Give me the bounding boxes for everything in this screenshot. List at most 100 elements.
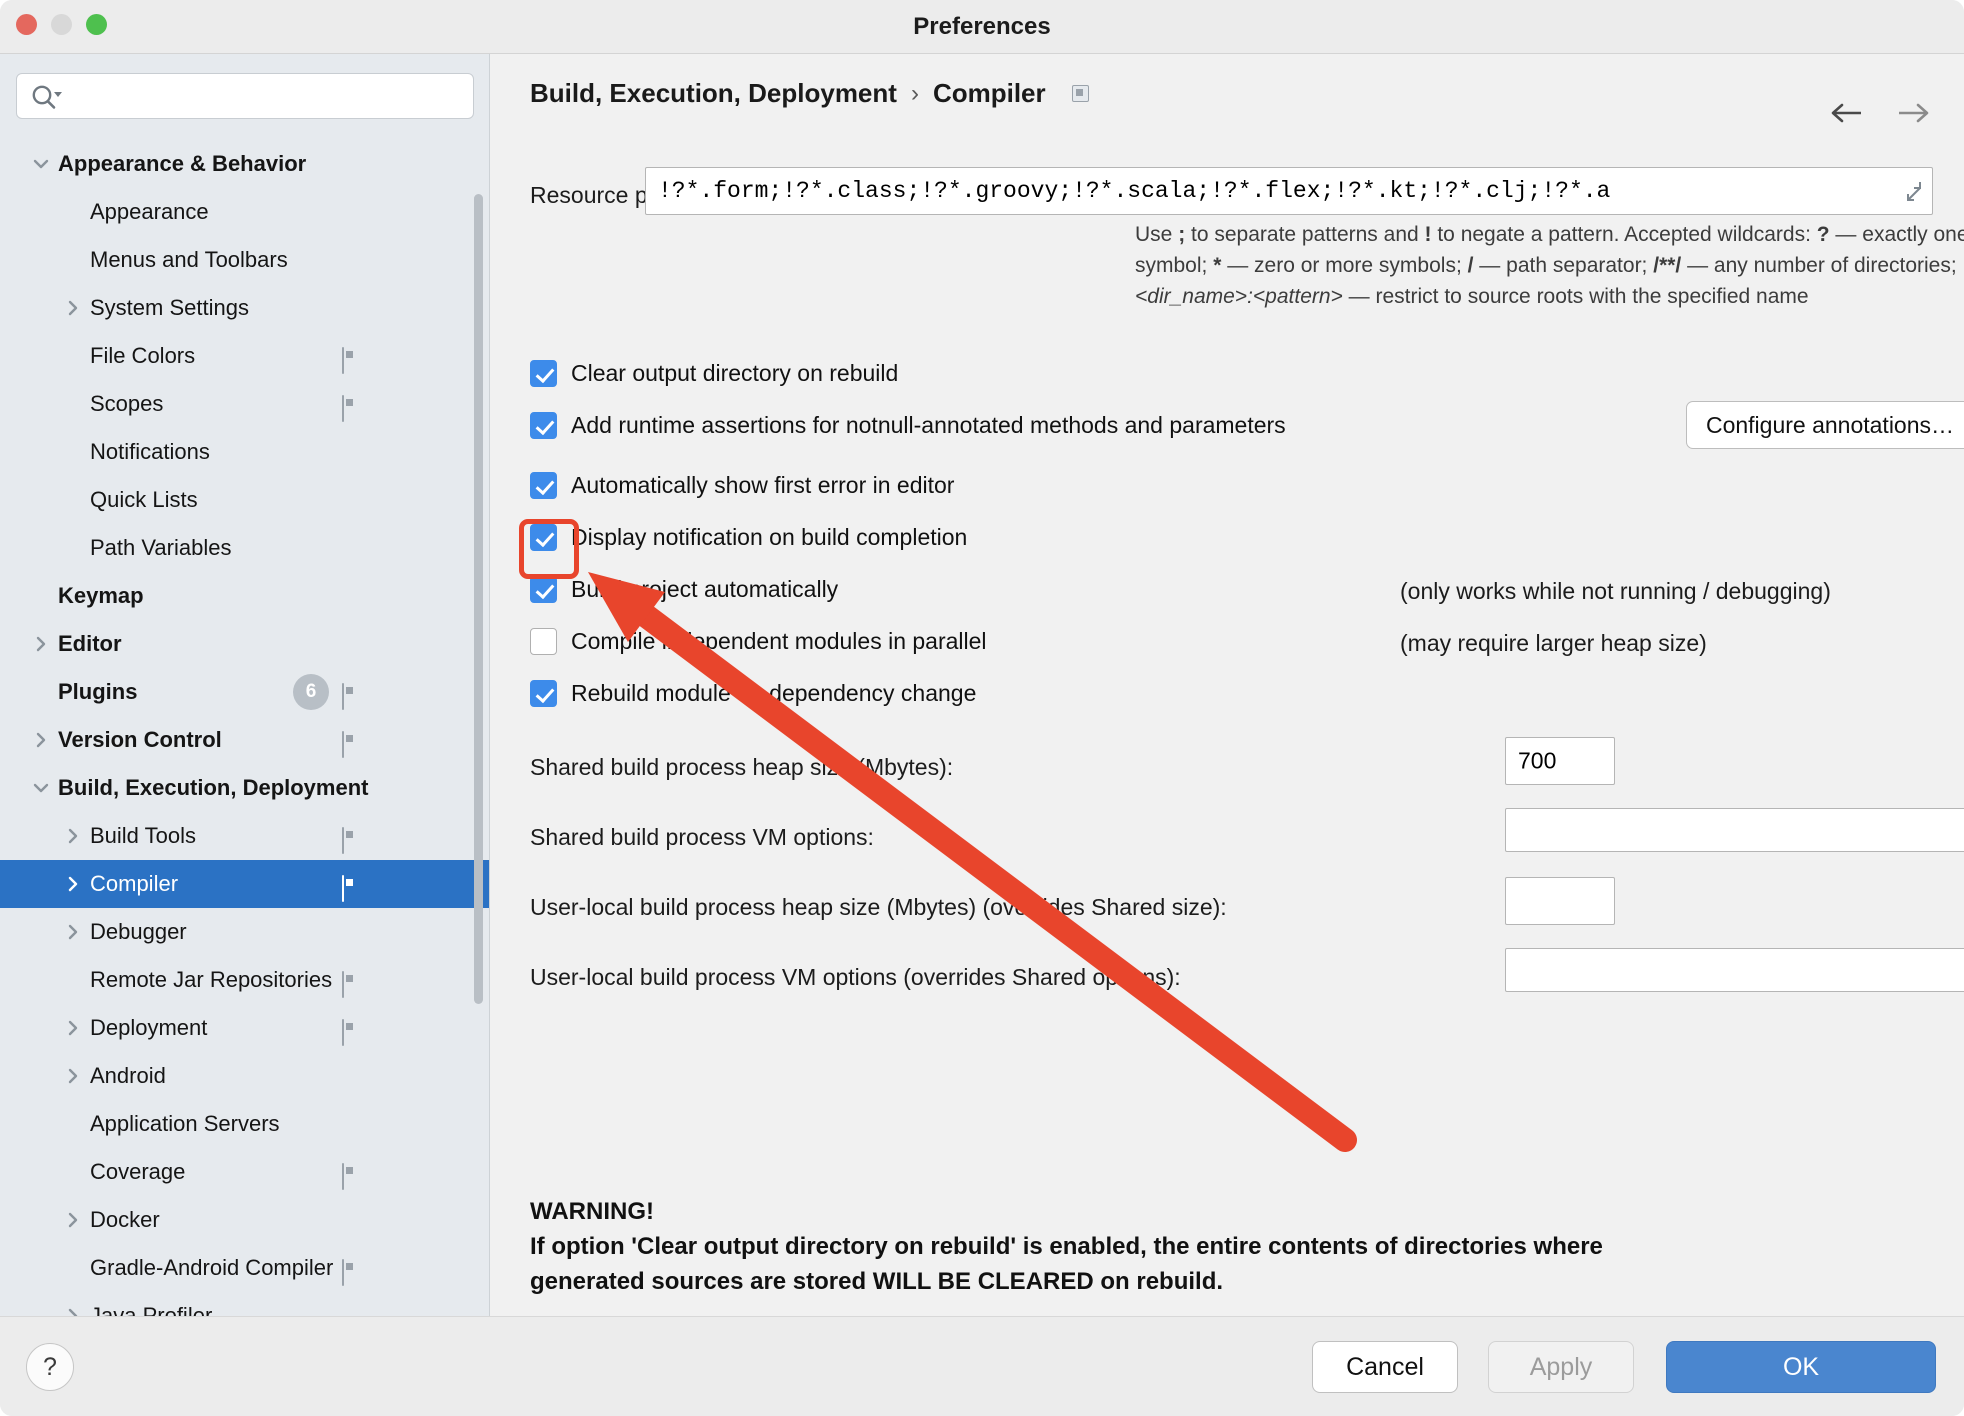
sidebar-item-editor[interactable]: Editor	[0, 620, 489, 668]
sidebar-item-label: Coverage	[90, 1159, 186, 1184]
checkbox-rebuild-module-on-dependency-change[interactable]: Rebuild module on dependency change	[530, 680, 976, 707]
checkbox-compile-modules-parallel[interactable]: Compile independent modules in parallel	[530, 628, 987, 655]
chevron-right-icon[interactable]	[62, 825, 84, 847]
expand-icon[interactable]	[1900, 180, 1922, 202]
chevron-right-icon[interactable]	[62, 921, 84, 943]
sidebar-item-version-control[interactable]: Version Control	[0, 716, 489, 764]
sidebar-item-label: Build Tools	[90, 823, 196, 848]
sidebar-item-debugger[interactable]: Debugger	[0, 908, 489, 956]
breadcrumb-separator: ›	[910, 79, 919, 107]
arrow-left-icon[interactable]	[1830, 100, 1864, 126]
sidebar-item-label: Appearance	[90, 199, 209, 224]
user-local-vm-options-input[interactable]	[1505, 948, 1964, 992]
dialog-footer: ? Cancel Apply OK	[0, 1316, 1964, 1416]
settings-sidebar: Appearance & Behavior Appearance Menus and…	[0, 54, 490, 1316]
ok-button[interactable]: OK	[1666, 1341, 1936, 1393]
project-settings-icon[interactable]	[342, 730, 359, 758]
checkbox-build-project-automatically[interactable]: Build project automatically	[530, 576, 838, 603]
sidebar-item-system-settings[interactable]: System Settings	[0, 284, 489, 332]
sidebar-item-keymap[interactable]: Keymap	[0, 572, 489, 620]
sidebar-item-android[interactable]: Android	[0, 1052, 489, 1100]
project-settings-icon[interactable]	[342, 970, 359, 998]
chevron-down-icon[interactable]	[30, 777, 52, 799]
resource-patterns-input[interactable]: !?*.form;!?*.class;!?*.groovy;!?*.scala;…	[645, 167, 1933, 215]
sidebar-item-docker[interactable]: Docker	[0, 1196, 489, 1244]
sidebar-item-build-execution-deployment[interactable]: Build, Execution, Deployment	[0, 764, 489, 812]
checkbox-box[interactable]	[530, 576, 557, 603]
checkbox-clear-output-directory[interactable]: Clear output directory on rebuild	[530, 360, 898, 387]
cancel-button[interactable]: Cancel	[1312, 1341, 1458, 1393]
project-settings-icon[interactable]	[342, 1162, 359, 1190]
checkbox-box[interactable]	[530, 472, 557, 499]
project-settings-icon[interactable]	[342, 1258, 359, 1286]
sidebar-item-compiler[interactable]: Compiler	[0, 860, 489, 908]
user-local-heap-size-input[interactable]	[1505, 877, 1615, 925]
configure-annotations-button[interactable]: Configure annotations…	[1686, 401, 1964, 449]
sidebar-item-path-variables[interactable]: Path Variables	[0, 524, 489, 572]
note-compile-modules-parallel: (may require larger heap size)	[1400, 630, 1707, 656]
sidebar-item-appearance[interactable]: Appearance	[0, 188, 489, 236]
window-title: Preferences	[913, 13, 1051, 40]
sidebar-item-quick-lists[interactable]: Quick Lists	[0, 476, 489, 524]
search-input[interactable]	[73, 74, 463, 118]
checkbox-box[interactable]	[530, 412, 557, 439]
sidebar-item-plugins[interactable]: Plugins 6	[0, 668, 489, 716]
chevron-right-icon[interactable]	[62, 873, 84, 895]
sidebar-item-appearance-behavior[interactable]: Appearance & Behavior	[0, 140, 489, 188]
help-button[interactable]: ?	[26, 1343, 74, 1391]
sidebar-item-scopes[interactable]: Scopes	[0, 380, 489, 428]
sidebar-scrollbar[interactable]	[474, 194, 483, 1004]
chevron-right-icon[interactable]	[30, 729, 52, 751]
project-settings-icon[interactable]	[1071, 78, 1089, 109]
sidebar-item-remote-jar-repositories[interactable]: Remote Jar Repositories	[0, 956, 489, 1004]
hint-text: source roots with the specified name	[1467, 285, 1809, 308]
chevron-down-icon[interactable]	[30, 153, 52, 175]
sidebar-item-build-tools[interactable]: Build Tools	[0, 812, 489, 860]
checkbox-auto-show-first-error[interactable]: Automatically show first error in editor	[530, 472, 954, 499]
sidebar-item-label: Application Servers	[90, 1111, 280, 1136]
chevron-right-icon[interactable]	[30, 633, 52, 655]
chevron-right-icon[interactable]	[62, 1017, 84, 1039]
sidebar-item-label: Quick Lists	[90, 487, 198, 512]
chevron-right-icon[interactable]	[62, 1305, 84, 1316]
warning-line-2: generated sources are stored WILL BE CLE…	[530, 1268, 1224, 1295]
project-settings-icon[interactable]	[342, 682, 359, 710]
sidebar-item-gradle-android-compiler[interactable]: Gradle-Android Compiler	[0, 1244, 489, 1292]
sidebar-item-label: Java Profiler	[90, 1303, 213, 1316]
checkbox-box[interactable]	[530, 680, 557, 707]
sidebar-item-notifications[interactable]: Notifications	[0, 428, 489, 476]
sidebar-item-label: Debugger	[90, 919, 187, 944]
sidebar-item-coverage[interactable]: Coverage	[0, 1148, 489, 1196]
sidebar-item-deployment[interactable]: Deployment	[0, 1004, 489, 1052]
checkbox-box[interactable]	[530, 628, 557, 655]
hint-question: ?	[1816, 223, 1830, 246]
shared-vm-options-label: Shared build process VM options:	[530, 824, 874, 850]
project-settings-icon[interactable]	[342, 1018, 359, 1046]
project-settings-icon[interactable]	[342, 826, 359, 854]
sidebar-item-java-profiler[interactable]: Java Profiler	[0, 1292, 489, 1316]
sidebar-item-file-colors[interactable]: File Colors	[0, 332, 489, 380]
project-settings-icon[interactable]	[342, 874, 359, 902]
hint-text: — restrict to	[1342, 285, 1462, 308]
shared-vm-options-input[interactable]	[1505, 808, 1964, 852]
chevron-right-icon[interactable]	[62, 297, 84, 319]
settings-tree[interactable]: Appearance & Behavior Appearance Menus and…	[0, 140, 489, 1316]
checkbox-box[interactable]	[530, 360, 557, 387]
chevron-right-icon[interactable]	[62, 1065, 84, 1087]
project-settings-icon[interactable]	[342, 346, 359, 374]
project-settings-icon[interactable]	[342, 394, 359, 422]
warning-title: WARNING!	[530, 1198, 654, 1225]
checkbox-display-notification[interactable]: Display notification on build completion	[530, 524, 967, 551]
search-box[interactable]	[16, 73, 474, 119]
note-build-project-automatically: (only works while not running / debuggin…	[1400, 578, 1831, 604]
checkbox-add-runtime-assertions[interactable]: Add runtime assertions for notnull-annot…	[530, 412, 1286, 439]
arrow-right-icon[interactable]	[1896, 100, 1930, 126]
sidebar-item-application-servers[interactable]: Application Servers	[0, 1100, 489, 1148]
chevron-right-icon[interactable]	[62, 1209, 84, 1231]
breadcrumb-parent[interactable]: Build, Execution, Deployment	[530, 78, 897, 109]
checkbox-box[interactable]	[530, 524, 557, 551]
apply-button[interactable]: Apply	[1488, 1341, 1634, 1393]
sidebar-item-menus-and-toolbars[interactable]: Menus and Toolbars	[0, 236, 489, 284]
hint-text: more symbols;	[1325, 254, 1468, 277]
shared-heap-size-input[interactable]: 700	[1505, 737, 1615, 785]
